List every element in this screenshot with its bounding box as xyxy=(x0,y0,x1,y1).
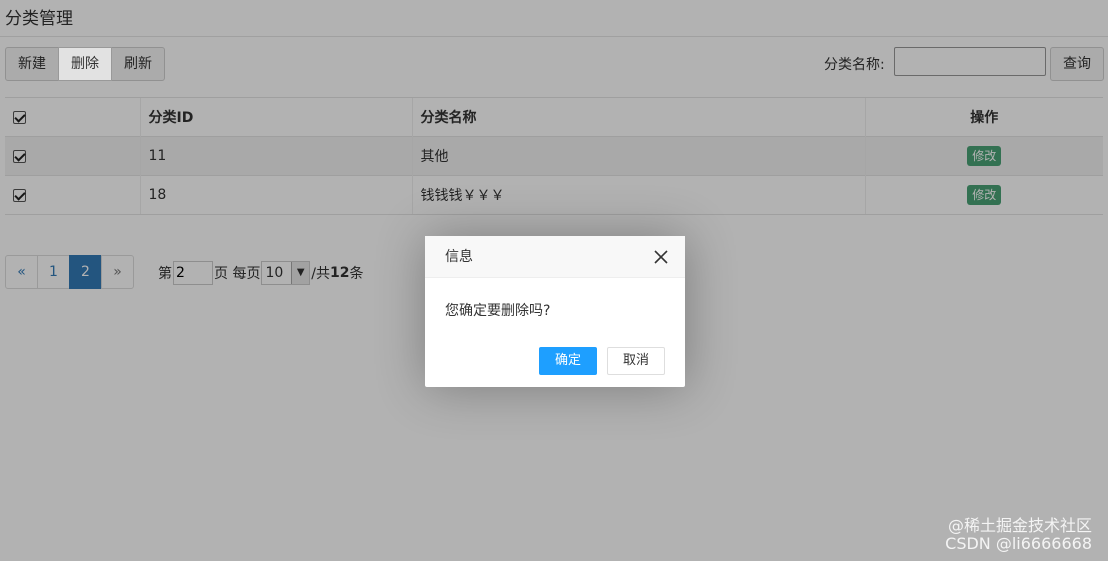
dialog-title: 信息 xyxy=(445,249,473,265)
dialog-button-row: 确定 取消 xyxy=(529,347,665,375)
dialog-message: 您确定要删除吗? xyxy=(445,303,551,319)
watermark-line-2: CSDN @li6666668 xyxy=(945,534,1092,553)
watermark-line-1: @稀土掘金技术社区 xyxy=(947,516,1092,535)
delete-button[interactable]: 删除 xyxy=(58,47,112,81)
watermark: @稀土掘金技术社区 CSDN @li6666668 xyxy=(945,517,1092,553)
close-icon[interactable] xyxy=(653,249,669,265)
cancel-button[interactable]: 取消 xyxy=(606,347,665,375)
confirm-button[interactable]: 确定 xyxy=(538,347,597,375)
category-management-page: 分类管理 新建 删除 刷新 分类名称: 查询 分类ID 分类名称 操作 11 其… xyxy=(0,0,1108,561)
dialog-header: 信息 xyxy=(425,236,685,278)
confirm-delete-dialog: 信息 您确定要删除吗? 确定 取消 xyxy=(425,236,685,387)
